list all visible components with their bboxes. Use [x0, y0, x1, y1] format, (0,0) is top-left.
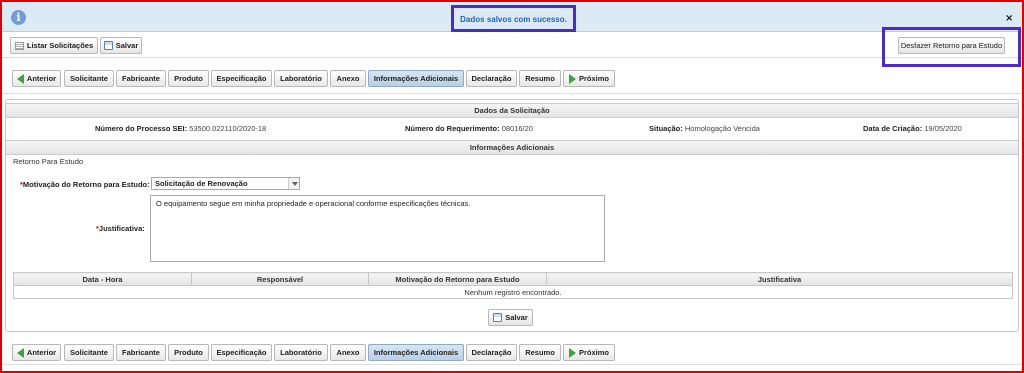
next-button[interactable]: Próximo: [563, 70, 615, 87]
info-icon: i: [11, 10, 26, 25]
tab-resumo[interactable]: Resumo: [519, 70, 561, 87]
criacao-value: 19/05/2020: [924, 124, 962, 133]
save-label: Salvar: [115, 41, 139, 50]
undo-highlight: Desfazer Retorno para Estudo: [882, 27, 1021, 67]
tab-produto[interactable]: Produto: [168, 344, 209, 361]
save-bottom-label: Salvar: [505, 313, 528, 322]
list-requests-label: Listar Solicitações: [26, 41, 94, 50]
table-row: Nenhum registro encontrado.: [13, 285, 1013, 299]
save-icon: [103, 41, 113, 50]
tab-fabricante[interactable]: Fabricante: [116, 344, 166, 361]
arrow-left-icon: [16, 347, 24, 358]
arrow-right-icon: [568, 347, 576, 358]
main-panel: Dados da Solicitação Número do Processo …: [5, 99, 1019, 332]
empty-table-message: Nenhum registro encontrado.: [13, 285, 1013, 299]
next-button[interactable]: Próximo: [563, 344, 615, 361]
processo-value: 53500.022110/2020-18: [189, 124, 267, 133]
list-requests-button[interactable]: Listar Solicitações: [10, 37, 98, 54]
close-icon[interactable]: ×: [1005, 13, 1013, 24]
list-icon: [14, 41, 24, 50]
tab-fabricante[interactable]: Fabricante: [116, 70, 166, 87]
situacao-label: Situação:: [649, 124, 683, 133]
undo-return-button[interactable]: Desfazer Retorno para Estudo: [898, 37, 1005, 54]
column-justificativa: Justificativa: [546, 272, 1013, 286]
tab-informacoes-adicionais[interactable]: Informações Adicionais: [368, 70, 464, 87]
retorno-subtitle: Retorno Para Estudo: [13, 157, 84, 166]
tab-especificacao[interactable]: Especificação: [211, 70, 272, 87]
tab-laboratorio[interactable]: Laboratório: [274, 70, 328, 87]
previous-label: Anterior: [26, 348, 57, 357]
success-message: Dados salvos com sucesso.: [460, 15, 567, 24]
criacao-field: Data de Criação: 19/05/2020: [863, 124, 962, 133]
next-label: Próximo: [578, 74, 609, 83]
message-bar: i Dados salvos com sucesso. ×: [2, 2, 1022, 32]
tab-anexo[interactable]: Anexo: [330, 70, 366, 87]
motivacao-select[interactable]: Solicitação de Renovação: [151, 177, 300, 190]
save-button-bottom[interactable]: Salvar: [488, 309, 533, 326]
save-button[interactable]: Salvar: [100, 37, 142, 54]
undo-return-label: Desfazer Retorno para Estudo: [900, 41, 1003, 50]
previous-button[interactable]: Anterior: [12, 70, 61, 87]
tab-laboratorio[interactable]: Laboratório: [274, 344, 328, 361]
previous-button[interactable]: Anterior: [12, 344, 61, 361]
message-highlight: Dados salvos com sucesso.: [451, 5, 576, 32]
requerimento-value: 08016/20: [501, 124, 533, 133]
motivacao-value: Solicitação de Renovação: [155, 179, 248, 188]
requerimento-field: Número do Requerimento: 08016/20: [405, 124, 533, 133]
tab-produto[interactable]: Produto: [168, 70, 209, 87]
save-icon: [493, 313, 503, 322]
justificativa-textarea[interactable]: O equipamento segue em minha propriedade…: [150, 195, 605, 262]
previous-label: Anterior: [26, 74, 57, 83]
tab-declaracao[interactable]: Declaração: [466, 70, 517, 87]
tab-declaracao[interactable]: Declaração: [466, 344, 517, 361]
motivacao-label: Motivação do Retorno para Estudo:: [22, 180, 150, 189]
processo-field: Número do Processo SEI: 53500.022110/202…: [95, 124, 266, 133]
next-label: Próximo: [578, 348, 609, 357]
arrow-right-icon: [568, 73, 576, 84]
justificativa-label: Justificativa:: [98, 224, 145, 233]
situacao-field: Situação: Homologação Vencida: [649, 124, 760, 133]
tab-informacoes-adicionais[interactable]: Informações Adicionais: [368, 344, 464, 361]
motivacao-label-row: *Motivação do Retorno para Estudo:: [20, 180, 150, 189]
column-data-hora: Data - Hora: [13, 272, 192, 286]
table-header-row: Data - Hora Responsável Motivação do Ret…: [13, 272, 1013, 286]
arrow-left-icon: [16, 73, 24, 84]
tab-resumo[interactable]: Resumo: [519, 344, 561, 361]
tab-especificacao[interactable]: Especificação: [211, 344, 272, 361]
criacao-label: Data de Criação:: [863, 124, 923, 133]
justificativa-label-row: *Justificativa:: [96, 224, 145, 233]
top-toolbar: Listar Solicitações Salvar: [2, 33, 1022, 58]
info-header: Informações Adicionais: [6, 140, 1018, 155]
chevron-down-icon[interactable]: [288, 178, 299, 189]
column-motivacao: Motivação do Retorno para Estudo: [368, 272, 547, 286]
solicitacao-header: Dados da Solicitação: [6, 103, 1018, 118]
retorno-history-table: Data - Hora Responsável Motivação do Ret…: [13, 272, 1013, 299]
processo-label: Número do Processo SEI:: [95, 124, 188, 133]
requerimento-label: Número do Requerimento:: [405, 124, 500, 133]
tab-anexo[interactable]: Anexo: [330, 344, 366, 361]
situacao-value: Homologação Vencida: [684, 124, 760, 133]
column-responsavel: Responsável: [191, 272, 369, 286]
tab-solicitante[interactable]: Solicitante: [64, 70, 114, 87]
tab-solicitante[interactable]: Solicitante: [64, 344, 114, 361]
